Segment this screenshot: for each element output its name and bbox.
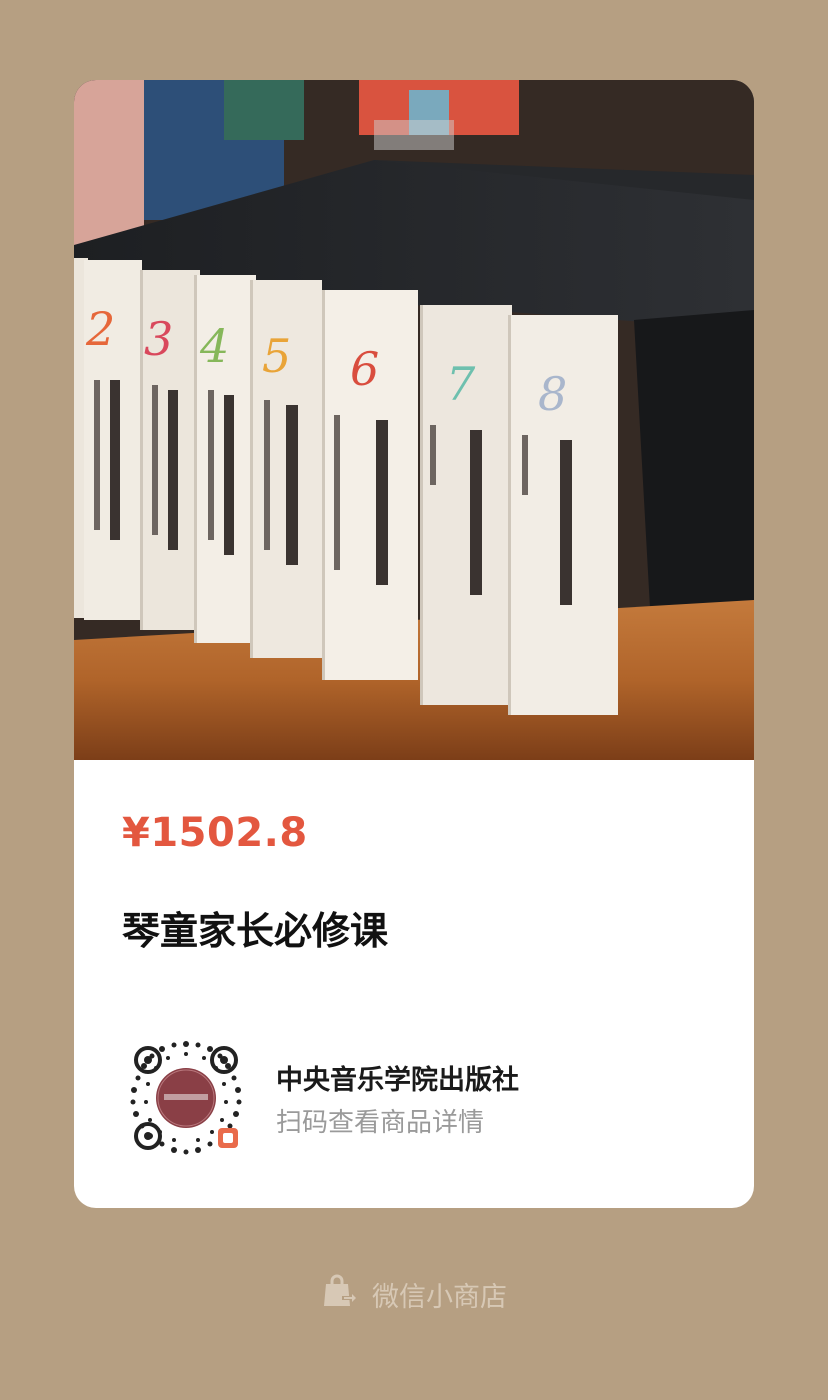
footer-label: 微信小商店 [372,1281,507,1313]
product-share-card: 2 3 4 5 6 7 8 ¥1502.8 琴童家长必修课 中央音乐学院出版社 … [74,80,754,1208]
svg-text:2: 2 [85,302,115,356]
svg-text:4: 4 [199,319,229,373]
scan-tip: 扫码查看商品详情 [276,1108,485,1138]
qr-code[interactable] [126,1038,246,1158]
footer-brand: 微信小商店 [318,1272,507,1316]
svg-text:5: 5 [262,329,291,383]
shopping-bag-icon [318,1272,358,1316]
product-title: 琴童家长必修课 [122,909,389,953]
product-image[interactable]: 2 3 4 5 6 7 8 [74,80,754,760]
svg-text:8: 8 [538,367,567,421]
svg-text:6: 6 [350,342,379,396]
shop-name: 中央音乐学院出版社 [276,1065,519,1096]
svg-text:3: 3 [144,312,173,366]
product-price: ¥1502.8 [122,810,308,856]
svg-text:7: 7 [446,357,476,411]
